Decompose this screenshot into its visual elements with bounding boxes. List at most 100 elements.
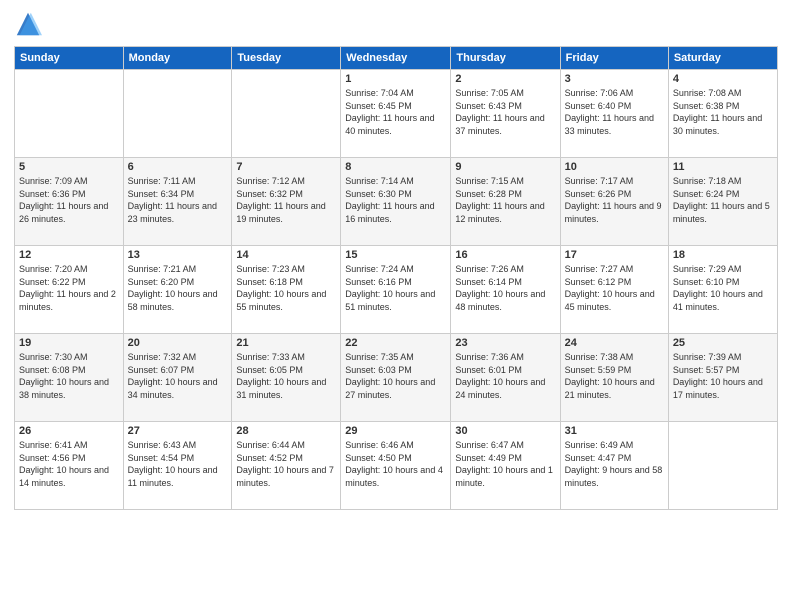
day-info: Sunrise: 6:44 AM Sunset: 4:52 PM Dayligh… [236, 439, 336, 489]
header [14, 10, 778, 38]
calendar: Sunday Monday Tuesday Wednesday Thursday… [14, 46, 778, 510]
day-number: 26 [19, 425, 119, 437]
table-row: 27 Sunrise: 6:43 AM Sunset: 4:54 PM Dayli… [123, 422, 232, 510]
day-number: 29 [345, 425, 446, 437]
table-row: 30Sunrise: 6:47 AM Sunset: 4:49 PM Dayli… [451, 422, 560, 510]
table-row: 10 Sunrise: 7:17 AM Sunset: 6:26 PM Dayli… [560, 158, 668, 246]
day-info: Sunrise: 7:20 AM Sunset: 6:22 PM Dayligh… [19, 263, 119, 313]
table-row: 11Sunrise: 7:18 AM Sunset: 6:24 PM Dayli… [668, 158, 777, 246]
table-row: 6Sunrise: 7:11 AM Sunset: 6:34 PM Daylig… [123, 158, 232, 246]
day-number: 24 [565, 337, 664, 349]
day-number: 2 [455, 73, 555, 85]
day-number: 5 [19, 161, 119, 173]
day-info: Sunrise: 6:49 AM Sunset: 4:47 PM Dayligh… [565, 439, 664, 489]
table-row: 17 Sunrise: 7:27 AM Sunset: 6:12 PM Dayli… [560, 246, 668, 334]
table-row [232, 70, 341, 158]
day-number: 18 [673, 249, 773, 261]
day-number: 8 [345, 161, 446, 173]
day-info: Sunrise: 7:05 AM Sunset: 6:43 PM Dayligh… [455, 87, 555, 137]
day-info: Sunrise: 7:32 AM Sunset: 6:07 PM Dayligh… [128, 351, 228, 401]
day-number: 12 [19, 249, 119, 261]
day-info: Sunrise: 6:43 AM Sunset: 4:54 PM Dayligh… [128, 439, 228, 489]
table-row: 16Sunrise: 7:26 AM Sunset: 6:14 PM Dayli… [451, 246, 560, 334]
table-row: 26 Sunrise: 6:41 AM Sunset: 4:56 PM Dayli… [15, 422, 124, 510]
day-info: Sunrise: 7:15 AM Sunset: 6:28 PM Dayligh… [455, 175, 555, 225]
col-saturday: Saturday [668, 47, 777, 70]
day-info: Sunrise: 7:14 AM Sunset: 6:30 PM Dayligh… [345, 175, 446, 225]
day-info: Sunrise: 7:23 AM Sunset: 6:18 PM Dayligh… [236, 263, 336, 313]
day-info: Sunrise: 7:35 AM Sunset: 6:03 PM Dayligh… [345, 351, 446, 401]
table-row: 18 Sunrise: 7:29 AM Sunset: 6:10 PM Dayli… [668, 246, 777, 334]
col-wednesday: Wednesday [341, 47, 451, 70]
table-row: 12 Sunrise: 7:20 AM Sunset: 6:22 PM Dayli… [15, 246, 124, 334]
table-row: 22 Sunrise: 7:35 AM Sunset: 6:03 PM Dayli… [341, 334, 451, 422]
table-row: 8 Sunrise: 7:14 AM Sunset: 6:30 PM Daylig… [341, 158, 451, 246]
day-info: Sunrise: 7:21 AM Sunset: 6:20 PM Dayligh… [128, 263, 228, 313]
logo [14, 10, 46, 38]
table-row: 14 Sunrise: 7:23 AM Sunset: 6:18 PM Dayli… [232, 246, 341, 334]
calendar-week-row: 19Sunrise: 7:30 AM Sunset: 6:08 PM Dayli… [15, 334, 778, 422]
col-friday: Friday [560, 47, 668, 70]
table-row: 31 Sunrise: 6:49 AM Sunset: 4:47 PM Dayli… [560, 422, 668, 510]
calendar-header-row: Sunday Monday Tuesday Wednesday Thursday… [15, 47, 778, 70]
day-info: Sunrise: 7:08 AM Sunset: 6:38 PM Dayligh… [673, 87, 773, 137]
page: Sunday Monday Tuesday Wednesday Thursday… [0, 0, 792, 612]
day-number: 6 [128, 161, 228, 173]
day-number: 7 [236, 161, 336, 173]
table-row: 19Sunrise: 7:30 AM Sunset: 6:08 PM Dayli… [15, 334, 124, 422]
day-info: Sunrise: 7:29 AM Sunset: 6:10 PM Dayligh… [673, 263, 773, 313]
table-row: 23Sunrise: 7:36 AM Sunset: 6:01 PM Dayli… [451, 334, 560, 422]
day-number: 20 [128, 337, 228, 349]
table-row: 9 Sunrise: 7:15 AM Sunset: 6:28 PM Daylig… [451, 158, 560, 246]
calendar-week-row: 12 Sunrise: 7:20 AM Sunset: 6:22 PM Dayli… [15, 246, 778, 334]
day-number: 3 [565, 73, 664, 85]
table-row: 4 Sunrise: 7:08 AM Sunset: 6:38 PM Daylig… [668, 70, 777, 158]
day-number: 9 [455, 161, 555, 173]
table-row: 7 Sunrise: 7:12 AM Sunset: 6:32 PM Daylig… [232, 158, 341, 246]
table-row: 28Sunrise: 6:44 AM Sunset: 4:52 PM Dayli… [232, 422, 341, 510]
table-row: 20 Sunrise: 7:32 AM Sunset: 6:07 PM Dayli… [123, 334, 232, 422]
day-info: Sunrise: 6:46 AM Sunset: 4:50 PM Dayligh… [345, 439, 446, 489]
day-number: 21 [236, 337, 336, 349]
day-info: Sunrise: 7:04 AM Sunset: 6:45 PM Dayligh… [345, 87, 446, 137]
day-number: 10 [565, 161, 664, 173]
table-row: 1 Sunrise: 7:04 AM Sunset: 6:45 PM Daylig… [341, 70, 451, 158]
day-info: Sunrise: 7:06 AM Sunset: 6:40 PM Dayligh… [565, 87, 664, 137]
table-row: 2 Sunrise: 7:05 AM Sunset: 6:43 PM Daylig… [451, 70, 560, 158]
day-info: Sunrise: 7:24 AM Sunset: 6:16 PM Dayligh… [345, 263, 446, 313]
table-row: 29 Sunrise: 6:46 AM Sunset: 4:50 PM Dayli… [341, 422, 451, 510]
day-number: 23 [455, 337, 555, 349]
day-number: 1 [345, 73, 446, 85]
day-number: 17 [565, 249, 664, 261]
day-number: 4 [673, 73, 773, 85]
calendar-week-row: 26 Sunrise: 6:41 AM Sunset: 4:56 PM Dayli… [15, 422, 778, 510]
day-info: Sunrise: 7:27 AM Sunset: 6:12 PM Dayligh… [565, 263, 664, 313]
table-row: 25Sunrise: 7:39 AM Sunset: 5:57 PM Dayli… [668, 334, 777, 422]
day-info: Sunrise: 7:12 AM Sunset: 6:32 PM Dayligh… [236, 175, 336, 225]
table-row [123, 70, 232, 158]
col-thursday: Thursday [451, 47, 560, 70]
table-row: 21 Sunrise: 7:33 AM Sunset: 6:05 PM Dayli… [232, 334, 341, 422]
day-number: 25 [673, 337, 773, 349]
table-row: 5 Sunrise: 7:09 AM Sunset: 6:36 PM Daylig… [15, 158, 124, 246]
day-number: 22 [345, 337, 446, 349]
table-row [668, 422, 777, 510]
day-number: 30 [455, 425, 555, 437]
table-row: 3 Sunrise: 7:06 AM Sunset: 6:40 PM Daylig… [560, 70, 668, 158]
day-number: 31 [565, 425, 664, 437]
day-info: Sunrise: 7:33 AM Sunset: 6:05 PM Dayligh… [236, 351, 336, 401]
day-number: 27 [128, 425, 228, 437]
day-number: 14 [236, 249, 336, 261]
day-info: Sunrise: 7:09 AM Sunset: 6:36 PM Dayligh… [19, 175, 119, 225]
day-info: Sunrise: 6:41 AM Sunset: 4:56 PM Dayligh… [19, 439, 119, 489]
day-info: Sunrise: 7:17 AM Sunset: 6:26 PM Dayligh… [565, 175, 664, 225]
calendar-week-row: 1 Sunrise: 7:04 AM Sunset: 6:45 PM Daylig… [15, 70, 778, 158]
day-number: 11 [673, 161, 773, 173]
calendar-week-row: 5 Sunrise: 7:09 AM Sunset: 6:36 PM Daylig… [15, 158, 778, 246]
day-info: Sunrise: 7:30 AM Sunset: 6:08 PM Dayligh… [19, 351, 119, 401]
table-row [15, 70, 124, 158]
col-tuesday: Tuesday [232, 47, 341, 70]
table-row: 15Sunrise: 7:24 AM Sunset: 6:16 PM Dayli… [341, 246, 451, 334]
day-info: Sunrise: 7:38 AM Sunset: 5:59 PM Dayligh… [565, 351, 664, 401]
col-sunday: Sunday [15, 47, 124, 70]
